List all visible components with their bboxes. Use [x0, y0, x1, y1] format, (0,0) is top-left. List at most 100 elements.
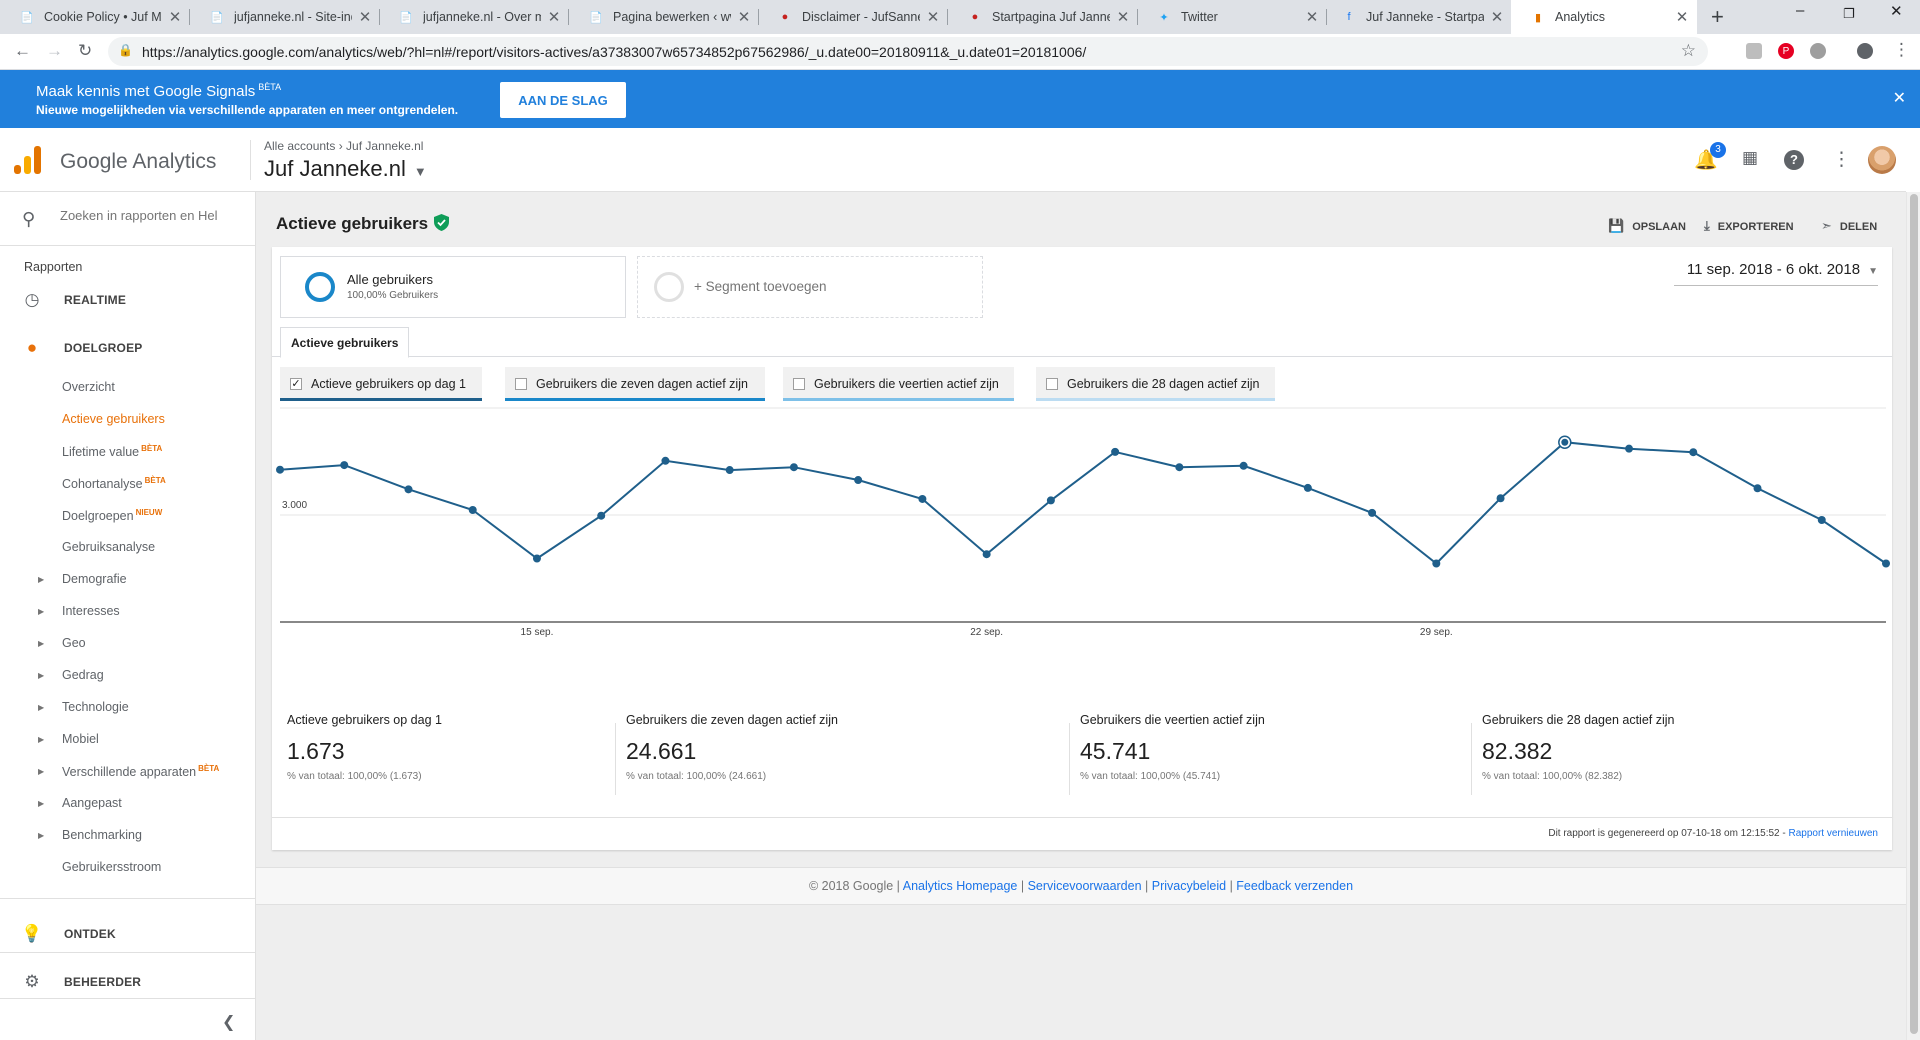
save-button[interactable]: 💾 OPSLAAN — [1608, 218, 1686, 234]
analytics-logo-icon[interactable] — [14, 146, 42, 174]
sidebar-item-demografie[interactable]: Demografie — [62, 572, 127, 586]
expand-triangle-icon[interactable]: ▶ — [38, 607, 44, 616]
metric-summary[interactable]: Gebruikers die 28 dagen actief zijn 82.38… — [1482, 713, 1674, 782]
cloud-extension-icon[interactable] — [1810, 43, 1826, 59]
sidebar-item-discover[interactable]: 💡 ONTDEK — [0, 914, 255, 954]
metric-toggle[interactable]: Gebruikers die zeven dagen actief zijn — [505, 367, 765, 401]
metric-summary[interactable]: Actieve gebruikers op dag 1 1.673 % van to… — [287, 713, 442, 782]
sidebar-item-benchmarking[interactable]: Benchmarking — [62, 828, 142, 842]
sidebar-item-lifetime-value[interactable]: Lifetime value BÈTA — [62, 444, 162, 459]
browser-tab[interactable]: 📄 Pagina bewerken ‹ www ✕ — [569, 0, 759, 34]
footer-link[interactable]: Analytics Homepage — [903, 879, 1018, 893]
sidebar-item-admin[interactable]: ⚙ BEHEERDER — [0, 962, 255, 1002]
segment-all-users[interactable]: Alle gebruikers 100,00% Gebruikers — [280, 256, 626, 318]
browser-tab[interactable]: ● Startpagina Juf Janneke ✕ — [948, 0, 1138, 34]
expand-triangle-icon[interactable]: ▶ — [38, 799, 44, 808]
add-segment-button[interactable]: + Segment toevoegen — [637, 256, 983, 318]
help-icon[interactable]: ? — [1784, 150, 1804, 170]
browser-tab[interactable]: 📄 jufjanneke.nl - Site-inde ✕ — [190, 0, 380, 34]
close-icon[interactable]: ✕ — [1116, 8, 1130, 26]
browser-tab[interactable]: ✦ Twitter ✕ — [1137, 0, 1327, 34]
sidebar-item-realtime[interactable]: ◷ REALTIME — [0, 280, 255, 320]
sidebar-item-mobiel[interactable]: Mobiel — [62, 732, 99, 746]
metric-toggle[interactable]: Gebruikers die 28 dagen actief zijn — [1036, 367, 1275, 401]
checkbox-checked-icon[interactable]: ✓ — [290, 378, 302, 390]
export-button[interactable]: ⤓ EXPORTEREN — [1704, 218, 1794, 234]
expand-triangle-icon[interactable]: ▶ — [38, 703, 44, 712]
page-scrollbar[interactable] — [1906, 192, 1920, 1040]
share-button[interactable]: ➣ DELEN — [1821, 218, 1877, 234]
browser-tab[interactable]: 📄 jufjanneke.nl - Over mij ✕ — [379, 0, 569, 34]
minimize-button[interactable]: – — [1796, 2, 1804, 19]
close-icon[interactable]: ✕ — [1305, 8, 1319, 26]
back-button[interactable]: ← — [14, 41, 31, 61]
sidebar-item-audience[interactable]: ● DOELGROEP — [0, 328, 255, 368]
sidebar-item-gedrag[interactable]: Gedrag — [62, 668, 104, 682]
sidebar-item-overzicht[interactable]: Overzicht — [62, 380, 115, 394]
close-icon[interactable]: ✕ — [547, 8, 561, 26]
url-field[interactable]: 🔒 https://analytics.google.com/analytics… — [108, 37, 1708, 66]
metric-toggle[interactable]: ✓ Actieve gebruikers op dag 1 — [280, 367, 482, 401]
expand-triangle-icon[interactable]: ▶ — [38, 831, 44, 840]
sidebar-item-aangepast[interactable]: Aangepast — [62, 796, 122, 810]
sidebar-item-gebruikersstroom[interactable]: Gebruikersstroom — [62, 860, 161, 874]
checkbox-icon[interactable] — [1046, 378, 1058, 390]
sidebar-item-technologie[interactable]: Technologie — [62, 700, 129, 714]
apps-grid-icon[interactable]: ▦ — [1742, 148, 1758, 168]
browser-tab[interactable]: 📄 Cookie Policy • Juf Mail ✕ — [0, 0, 190, 34]
window-close-button[interactable]: ✕ — [1890, 2, 1903, 20]
forward-button[interactable]: → — [46, 41, 63, 61]
maximize-button[interactable]: ❐ — [1843, 6, 1855, 22]
expand-triangle-icon[interactable]: ▶ — [38, 671, 44, 680]
new-tab-button[interactable]: + — [1711, 4, 1724, 30]
close-icon[interactable]: ✕ — [1490, 8, 1504, 26]
expand-triangle-icon[interactable]: ▶ — [38, 575, 44, 584]
property-selector[interactable]: Juf Janneke.nl ▼ — [264, 156, 427, 182]
footer-link[interactable]: Feedback verzenden — [1236, 879, 1353, 893]
search-input[interactable] — [60, 208, 240, 223]
more-vertical-icon[interactable]: ⋮ — [1832, 148, 1851, 171]
footer-link[interactable]: Servicevoorwaarden — [1028, 879, 1142, 893]
extension-icon[interactable] — [1746, 43, 1762, 59]
close-icon[interactable]: ✕ — [1675, 8, 1689, 26]
metric-summary[interactable]: Gebruikers die zeven dagen actief zijn 24… — [626, 713, 838, 782]
sidebar-item-verschillende-apparaten[interactable]: Verschillende apparaten BÈTA — [62, 764, 219, 779]
checkbox-icon[interactable] — [515, 378, 527, 390]
close-icon[interactable]: ✕ — [358, 8, 372, 26]
avatar[interactable] — [1868, 146, 1896, 174]
browser-menu-icon[interactable]: ⋮ — [1893, 40, 1910, 60]
metric-summary[interactable]: Gebruikers die veertien actief zijn 45.74… — [1080, 713, 1265, 782]
sidebar-item-geo[interactable]: Geo — [62, 636, 86, 650]
date-range-picker[interactable]: 11 sep. 2018 - 6 okt. 2018 ▼ — [1687, 261, 1878, 278]
profile-icon[interactable] — [1857, 43, 1873, 59]
get-started-button[interactable]: AAN DE SLAG — [500, 82, 626, 118]
active-users-line-chart[interactable]: 3.0006.00015 sep.22 sep.29 sep. — [272, 405, 1892, 695]
sidebar-item-actieve-gebruikers[interactable]: Actieve gebruikers — [62, 412, 165, 426]
sidebar-item-interesses[interactable]: Interesses — [62, 604, 120, 618]
refresh-report-link[interactable]: Rapport vernieuwen — [1789, 828, 1879, 839]
reload-button[interactable]: ↻ — [78, 41, 92, 61]
close-icon[interactable]: ✕ — [168, 8, 182, 26]
close-icon[interactable]: ✕ — [737, 8, 751, 26]
expand-triangle-icon[interactable]: ▶ — [38, 639, 44, 648]
close-icon[interactable]: ✕ — [926, 8, 940, 26]
tab-active-users[interactable]: Actieve gebruikers — [280, 327, 410, 358]
breadcrumb[interactable]: Alle accounts › Juf Janneke.nl — [264, 139, 423, 153]
scrollbar-thumb[interactable] — [1910, 194, 1918, 1034]
footer-link[interactable]: Privacybeleid — [1152, 879, 1226, 893]
expand-triangle-icon[interactable]: ▶ — [38, 767, 44, 776]
product-name[interactable]: Google Analytics — [60, 150, 216, 174]
sidebar-item-cohortanalyse[interactable]: Cohortanalyse BÈTA — [62, 476, 166, 491]
chevron-left-icon[interactable]: ❮ — [222, 1012, 235, 1032]
browser-tab[interactable]: ▮ Analytics ✕ — [1511, 0, 1697, 34]
metric-toggle[interactable]: Gebruikers die veertien actief zijn — [783, 367, 1014, 401]
browser-tab[interactable]: ● Disclaimer - JufSanne.c ✕ — [758, 0, 948, 34]
sidebar-item-gebruiksanalyse[interactable]: Gebruiksanalyse — [62, 540, 155, 554]
sidebar-item-doelgroepen[interactable]: Doelgroepen NIEUW — [62, 508, 162, 523]
pinterest-icon[interactable]: P — [1778, 43, 1794, 59]
bookmark-star-icon[interactable]: ☆ — [1681, 41, 1696, 61]
close-icon[interactable]: ✕ — [1893, 88, 1906, 108]
checkbox-icon[interactable] — [793, 378, 805, 390]
expand-triangle-icon[interactable]: ▶ — [38, 735, 44, 744]
browser-tab[interactable]: f Juf Janneke - Startpagi ✕ — [1322, 0, 1512, 34]
